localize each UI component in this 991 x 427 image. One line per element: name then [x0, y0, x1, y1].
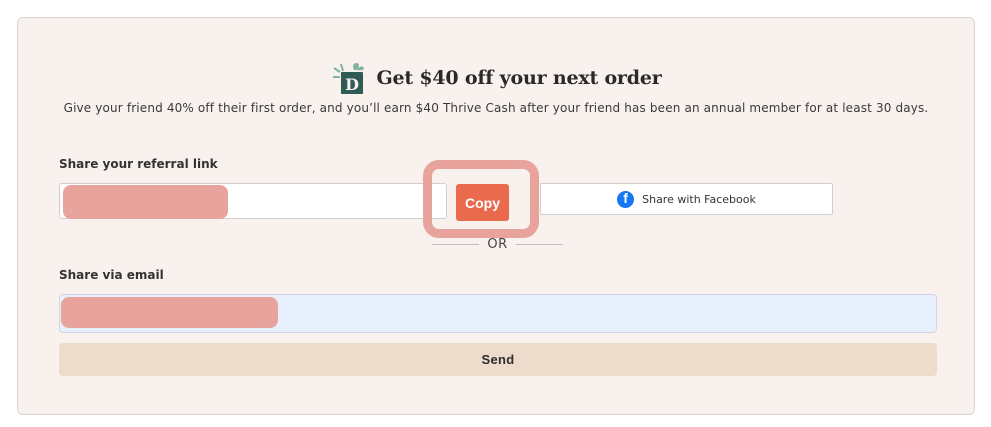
- headline: D Get $40 off your next order: [18, 60, 974, 96]
- or-divider: OR: [432, 236, 564, 252]
- send-button[interactable]: Send: [59, 343, 937, 376]
- share-facebook-label: Share with Facebook: [642, 192, 756, 206]
- page-title: Get $40 off your next order: [376, 67, 662, 89]
- gift-icon: D: [333, 63, 365, 94]
- email-field[interactable]: [59, 294, 937, 333]
- svg-text:D: D: [346, 75, 360, 94]
- share-facebook-button[interactable]: f Share with Facebook: [540, 183, 833, 215]
- or-text: OR: [487, 236, 508, 252]
- referral-link-field[interactable]: [59, 183, 447, 219]
- referral-link-label: Share your referral link: [59, 157, 218, 171]
- divider-line-right: [515, 243, 564, 245]
- redacted-referral-link: [63, 185, 228, 219]
- divider-line-left: [432, 243, 480, 245]
- facebook-icon: f: [617, 190, 635, 208]
- copy-button[interactable]: Copy: [456, 184, 509, 221]
- redacted-email: [61, 297, 278, 328]
- email-share-label: Share via email: [59, 268, 164, 282]
- referral-card: D Get $40 off your next order Give your …: [17, 17, 975, 415]
- referral-description: Give your friend 40% off their first ord…: [63, 101, 929, 115]
